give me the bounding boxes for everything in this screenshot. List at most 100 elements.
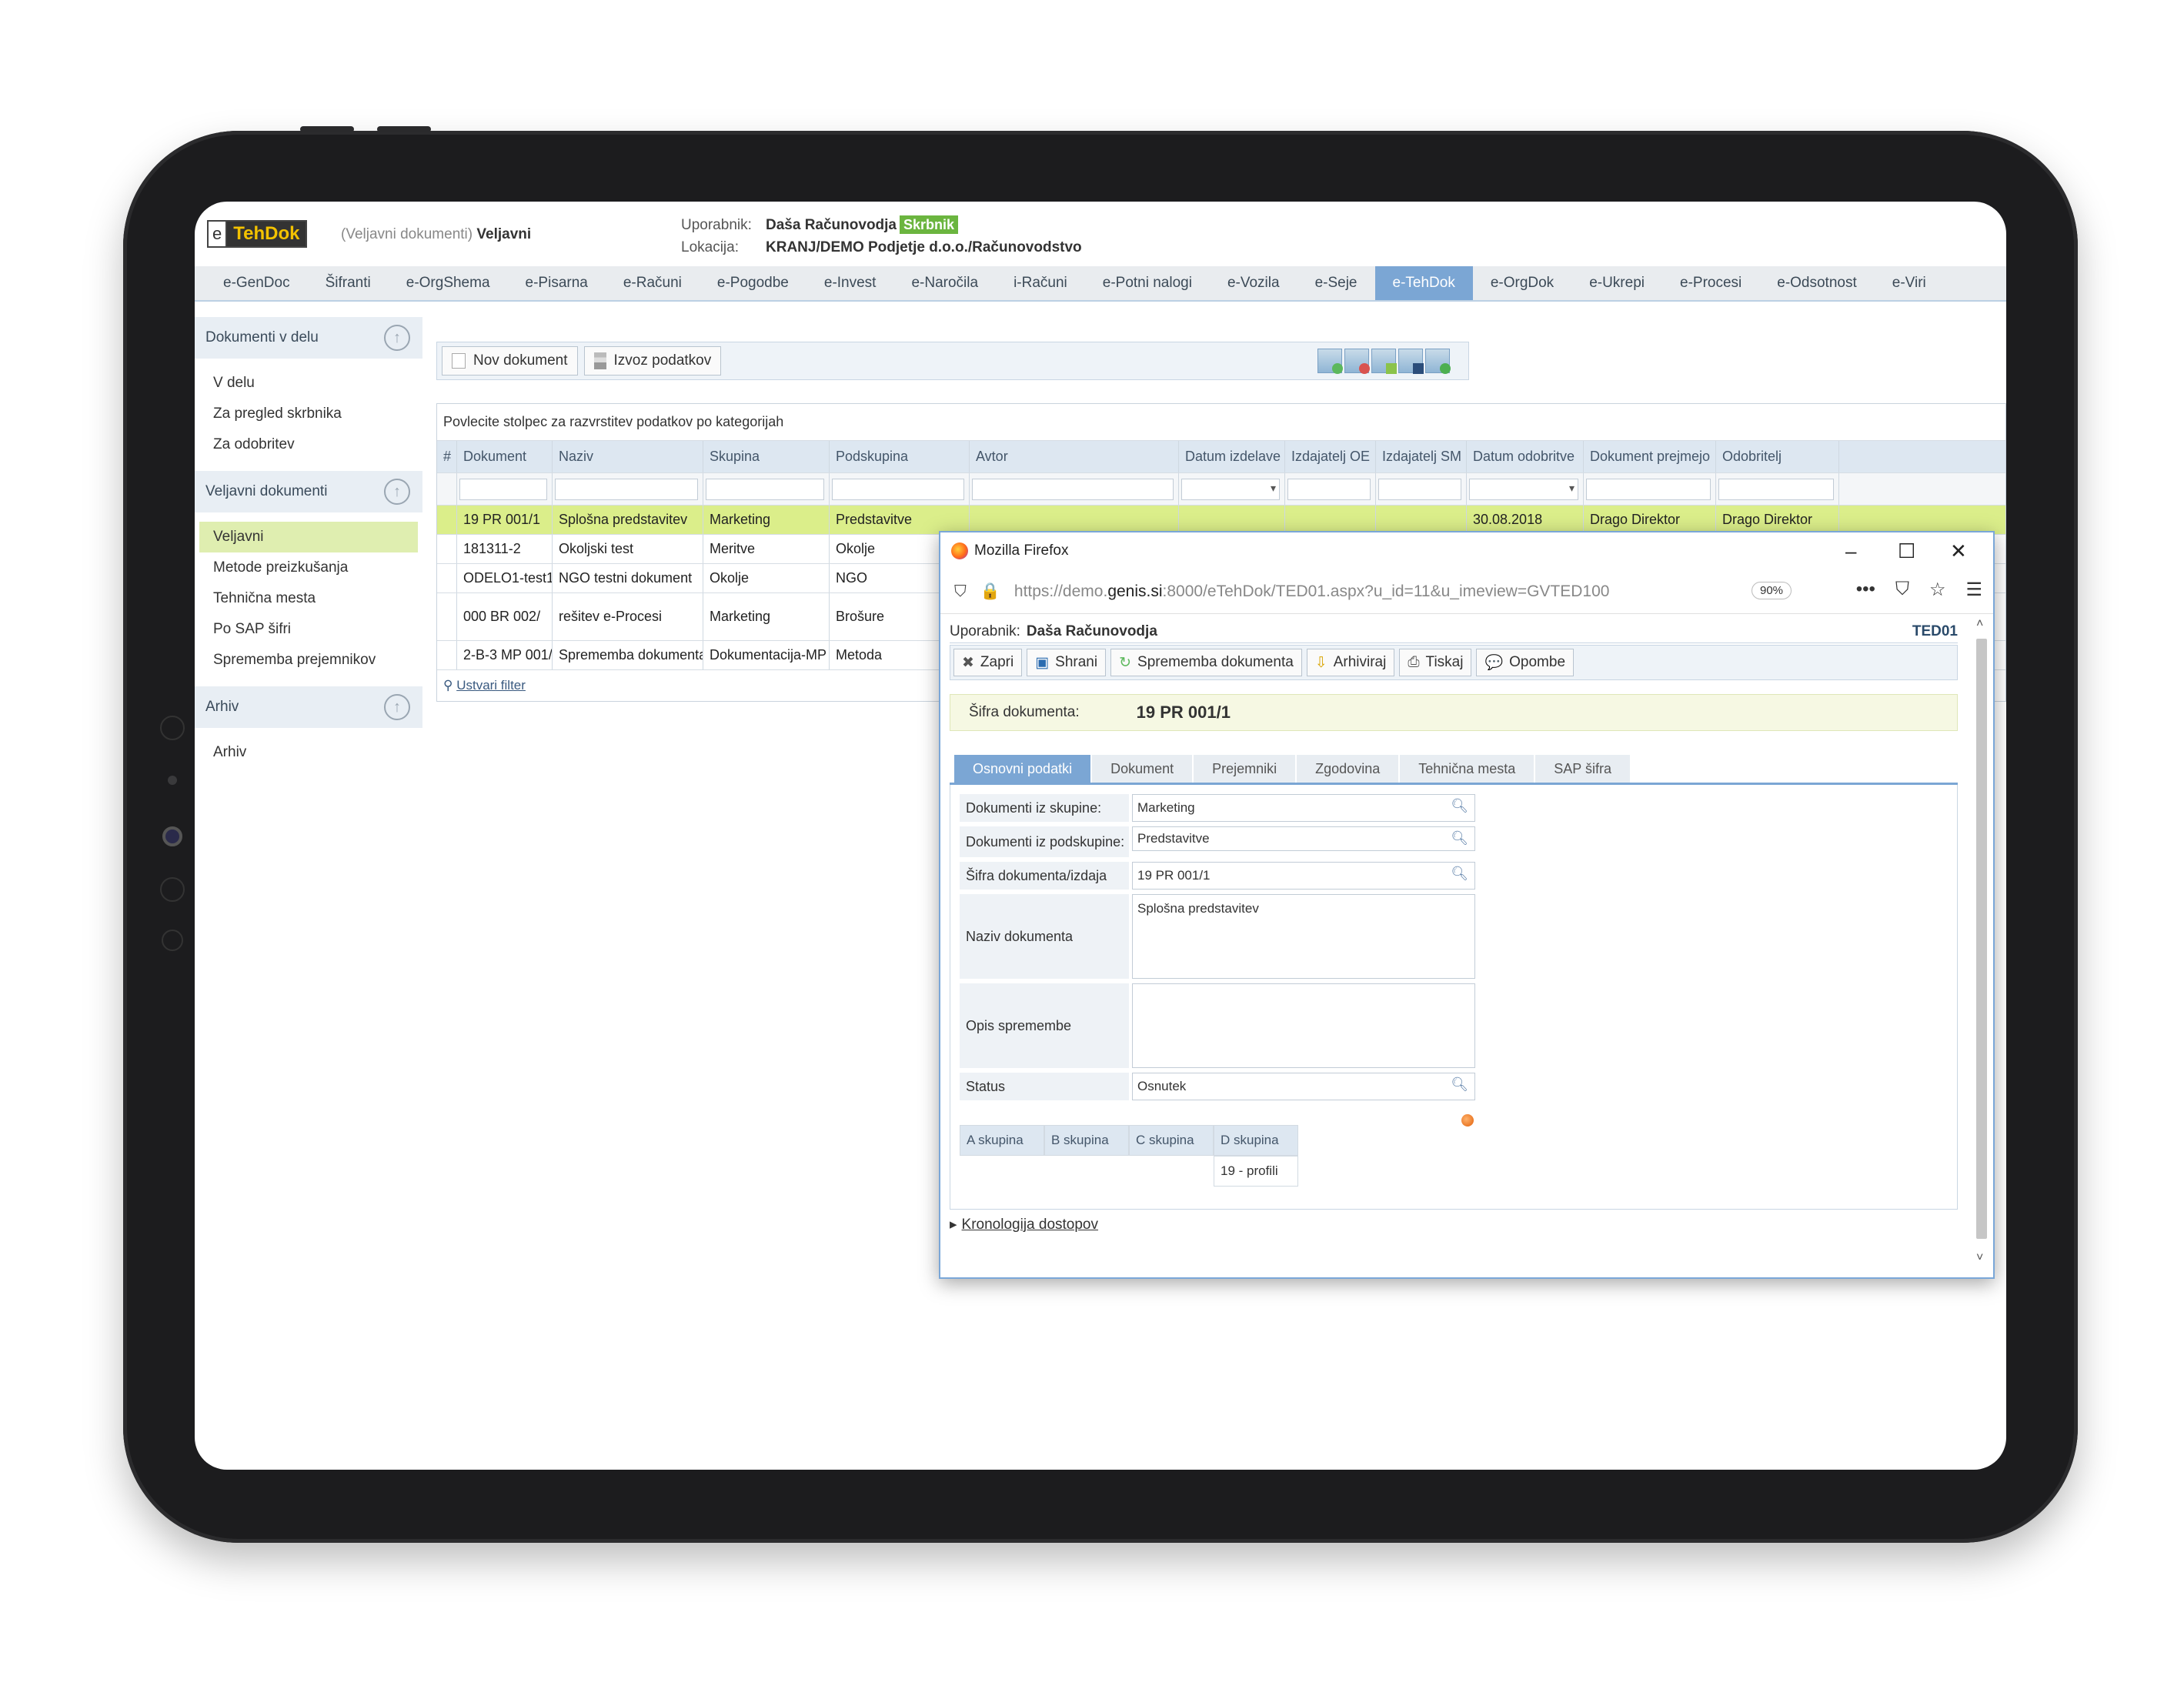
column-header-9[interactable]: Datum odobritve	[1467, 441, 1584, 472]
subgroup-field[interactable]: Predstavitve 🔍︎	[1132, 826, 1475, 851]
sidebar-item-tehnicna-mesta[interactable]: Tehnična mesta	[195, 583, 422, 614]
tab-0[interactable]: Osnovni podatki	[954, 755, 1091, 783]
star-icon[interactable]: ☆	[1929, 579, 1946, 601]
save-layout-icon[interactable]	[1398, 349, 1424, 374]
menu-item-15[interactable]: e-Procesi	[1662, 266, 1759, 300]
save-button[interactable]: ▣ Shrani	[1027, 649, 1107, 676]
sidebar-item-veljavni[interactable]: Veljavni	[199, 522, 418, 552]
export-data-button[interactable]: Izvoz podatkov	[583, 346, 722, 376]
column-filter-input[interactable]	[459, 478, 547, 500]
column-header-8[interactable]: Izdajatelj SM	[1376, 441, 1467, 472]
print-button[interactable]: ⎙ Tiskaj	[1399, 649, 1472, 676]
sidebar-item-sprememba-prejemnikov[interactable]: Sprememba prejemnikov	[195, 645, 422, 676]
column-filter-input[interactable]	[1586, 478, 1711, 500]
address-bar[interactable]: ⛉ 🔒 https://demo.genis.si:8000/eTehDok/T…	[940, 569, 1993, 614]
column-filter-input[interactable]	[1718, 478, 1834, 500]
archive-button[interactable]: ⇩ Arhiviraj	[1306, 649, 1395, 676]
menu-item-17[interactable]: e-Viri	[1875, 266, 1944, 300]
sidebar-item-po-sap-sifri[interactable]: Po SAP šifri	[195, 614, 422, 645]
column-filter-input[interactable]	[1287, 478, 1371, 500]
change-description-textarea[interactable]	[1132, 983, 1475, 1068]
column-filter-input[interactable]	[832, 478, 964, 500]
column-filter-input[interactable]	[706, 478, 824, 500]
new-document-button[interactable]: Nov dokument	[442, 346, 578, 376]
title-textarea[interactable]: Splošna predstavitev	[1132, 894, 1475, 979]
info-orb-icon[interactable]	[1461, 1114, 1474, 1127]
sidebar-section-veljavni-dokumenti[interactable]: Veljavni dokumenti ↑	[195, 471, 422, 512]
menu-item-14[interactable]: e-Ukrepi	[1571, 266, 1662, 300]
access-chronology-link[interactable]: Kronologija dostopov	[962, 1217, 1098, 1233]
lookup-icon[interactable]: 🔍︎	[1451, 798, 1468, 814]
sidebar-section-dokumenti-v-delu[interactable]: Dokumenti v delu ↑	[195, 317, 422, 359]
tab-4[interactable]: Tehnična mesta	[1400, 755, 1534, 783]
hamburger-menu-icon[interactable]: ☰	[1965, 579, 1982, 601]
collapse-up-icon[interactable]: ↑	[384, 694, 410, 720]
menu-item-12[interactable]: e-TehDok	[1374, 266, 1473, 300]
grid-layout-icon[interactable]	[1371, 349, 1397, 374]
scrollbar-thumb[interactable]	[1976, 639, 1987, 1239]
scroll-down-icon[interactable]: ˅	[1976, 1251, 1983, 1265]
minimize-icon[interactable]: –	[1845, 532, 1856, 569]
lock-icon[interactable]: 🔒	[980, 582, 1000, 601]
refresh-icon[interactable]	[1425, 349, 1451, 374]
menu-item-7[interactable]: e-Naročila	[893, 266, 996, 300]
menu-item-0[interactable]: e-GenDoc	[205, 266, 308, 300]
lookup-icon[interactable]: 🔍︎	[1451, 866, 1468, 882]
status-field[interactable]: Osnutek 🔍︎	[1132, 1073, 1475, 1100]
pocket-icon[interactable]: ⛉	[1895, 579, 1909, 601]
column-header-4[interactable]: Podskupina	[830, 441, 970, 472]
menu-item-13[interactable]: e-OrgDok	[1473, 266, 1571, 300]
zoom-indicator[interactable]: 90%	[1752, 582, 1792, 599]
collapse-up-icon[interactable]: ↑	[384, 479, 410, 505]
column-header-7[interactable]: Izdajatelj OE	[1285, 441, 1376, 472]
column-filter-input[interactable]	[555, 478, 698, 500]
column-filter-input[interactable]	[972, 478, 1174, 500]
menu-item-11[interactable]: e-Seje	[1297, 266, 1375, 300]
shield-icon[interactable]: ⛉	[954, 582, 967, 601]
scroll-up-icon[interactable]: ˄	[1976, 617, 1983, 631]
code-edition-field[interactable]: 19 PR 001/1 🔍︎	[1132, 862, 1475, 890]
menu-item-9[interactable]: e-Potni nalogi	[1085, 266, 1210, 300]
notes-button[interactable]: 💬 Opombe	[1476, 649, 1575, 676]
sidebar-item-za-pregled-skrbnika[interactable]: Za pregled skrbnika	[195, 399, 422, 429]
sidebar-section-arhiv[interactable]: Arhiv ↑	[195, 686, 422, 728]
url-text[interactable]: https://demo.genis.si:8000/eTehDok/TED01…	[1014, 582, 1610, 601]
remove-column-icon[interactable]	[1344, 349, 1370, 374]
menu-item-10[interactable]: e-Vozila	[1210, 266, 1297, 300]
tab-1[interactable]: Dokument	[1092, 755, 1193, 783]
column-filter-input[interactable]	[1378, 478, 1461, 500]
menu-item-8[interactable]: i-Računi	[996, 266, 1085, 300]
maximize-icon[interactable]: ☐	[1898, 532, 1915, 569]
menu-item-2[interactable]: e-OrgShema	[389, 266, 508, 300]
menu-item-4[interactable]: e-Računi	[606, 266, 700, 300]
sidebar-item-za-odobritev[interactable]: Za odobritev	[195, 429, 422, 460]
column-filter-input[interactable]	[1181, 478, 1280, 500]
sidebar-item-v-delu[interactable]: V delu	[195, 368, 422, 399]
app-logo[interactable]: e TehDok	[207, 220, 308, 248]
column-header-6[interactable]: Datum izdelave	[1179, 441, 1285, 472]
menu-item-1[interactable]: Šifranti	[308, 266, 389, 300]
menu-item-3[interactable]: e-Pisarna	[508, 266, 606, 300]
menu-item-16[interactable]: e-Odsotnost	[1759, 266, 1875, 300]
collapse-up-icon[interactable]: ↑	[384, 325, 410, 351]
add-column-icon[interactable]	[1317, 349, 1343, 374]
change-document-button[interactable]: ↻ Sprememba dokumenta	[1110, 649, 1302, 676]
tab-3[interactable]: Zgodovina	[1297, 755, 1399, 783]
access-chronology-toggle[interactable]: ▸ Kronologija dostopov	[950, 1216, 1958, 1233]
column-header-3[interactable]: Skupina	[703, 441, 830, 472]
group-field[interactable]: Marketing 🔍︎	[1132, 794, 1475, 822]
column-header-2[interactable]: Naziv	[553, 441, 703, 472]
sidebar-item-arhiv[interactable]: Arhiv	[195, 737, 422, 768]
menu-item-6[interactable]: e-Invest	[806, 266, 894, 300]
popup-scrollbar[interactable]: ˄ ˅	[1973, 617, 1990, 1265]
column-header-11[interactable]: Odobritelj	[1716, 441, 1839, 472]
tab-2[interactable]: Prejemniki	[1194, 755, 1296, 783]
sidebar-item-metode-preizkusanja[interactable]: Metode preizkušanja	[195, 552, 422, 583]
column-header-0[interactable]: #	[437, 441, 457, 472]
column-header-10[interactable]: Dokument prejmejo	[1584, 441, 1716, 472]
create-filter-link[interactable]: Ustvari filter	[456, 678, 526, 693]
column-header-5[interactable]: Avtor	[970, 441, 1179, 472]
tab-5[interactable]: SAP šifra	[1535, 755, 1630, 783]
close-icon[interactable]: ✕	[1950, 532, 1967, 569]
more-icon[interactable]: •••	[1856, 579, 1875, 601]
